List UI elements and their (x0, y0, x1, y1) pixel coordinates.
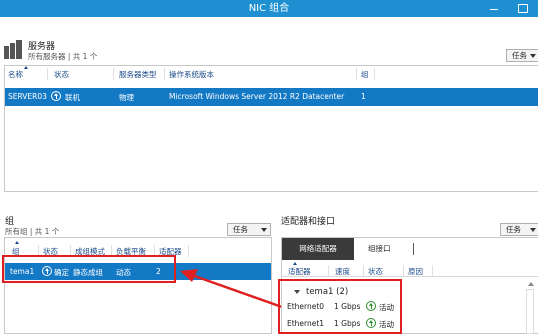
col-header-server-type[interactable]: 服务器类型 (119, 69, 157, 80)
col-header-os-version[interactable]: 操作系统版本 (169, 69, 214, 80)
sort-arrow-icon (15, 241, 19, 244)
dropdown-caret-icon (530, 54, 536, 58)
scrollbar[interactable] (526, 289, 534, 334)
scroll-up-icon[interactable] (528, 282, 534, 286)
sort-arrow-icon (293, 262, 297, 265)
adapters-task-label: 任务 (506, 225, 521, 234)
status-online-icon (51, 91, 61, 101)
servers-subtitle: 所有服务器 | 共 1 个 (28, 52, 98, 61)
server-group: 1 (361, 92, 366, 101)
servers-task-dropdown[interactable]: 任务 (506, 49, 538, 62)
sort-arrow-icon (24, 66, 28, 69)
maximize-button[interactable] (507, 0, 538, 17)
dropdown-caret-icon (261, 228, 267, 232)
groups-task-label: 任务 (233, 225, 248, 234)
server-type: 物理 (119, 93, 134, 102)
server-name: SERVER03 (8, 92, 47, 101)
annotation-arrow (180, 269, 283, 309)
server-icon (4, 40, 24, 59)
highlight-box-adapters (278, 279, 402, 334)
tab-network-adapters[interactable]: 网络适配器 (282, 238, 354, 260)
servers-task-label: 任务 (512, 51, 527, 60)
col-header-status[interactable]: 状态 (54, 69, 69, 80)
tab-team-interfaces[interactable]: 组接口 (368, 238, 416, 260)
col-header-group[interactable]: 组 (361, 69, 369, 80)
servers-table: 名称 状态 服务器类型 操作系统版本 组 SERVER03 联机 物理 Micr… (4, 65, 538, 192)
col-header-name[interactable]: 名称 (8, 69, 23, 80)
groups-task-dropdown[interactable]: 任务 (227, 223, 271, 236)
server-status: 联机 (65, 93, 80, 102)
dropdown-caret-icon (530, 228, 536, 232)
adapters-title: 适配器和接口 (281, 217, 336, 227)
minimize-button[interactable] (480, 0, 507, 17)
table-row-server03[interactable]: SERVER03 联机 物理 Microsoft Windows Server … (5, 88, 538, 106)
groups-subtitle: 所有组 | 共 1 个 (5, 227, 60, 236)
adapters-task-dropdown[interactable]: 任务 (500, 223, 538, 236)
title-bar: NIC 组合 (0, 0, 538, 17)
server-os: Microsoft Windows Server 2012 R2 Datacen… (169, 92, 345, 101)
highlight-box-group (2, 255, 176, 283)
window-title: NIC 组合 (248, 3, 290, 14)
